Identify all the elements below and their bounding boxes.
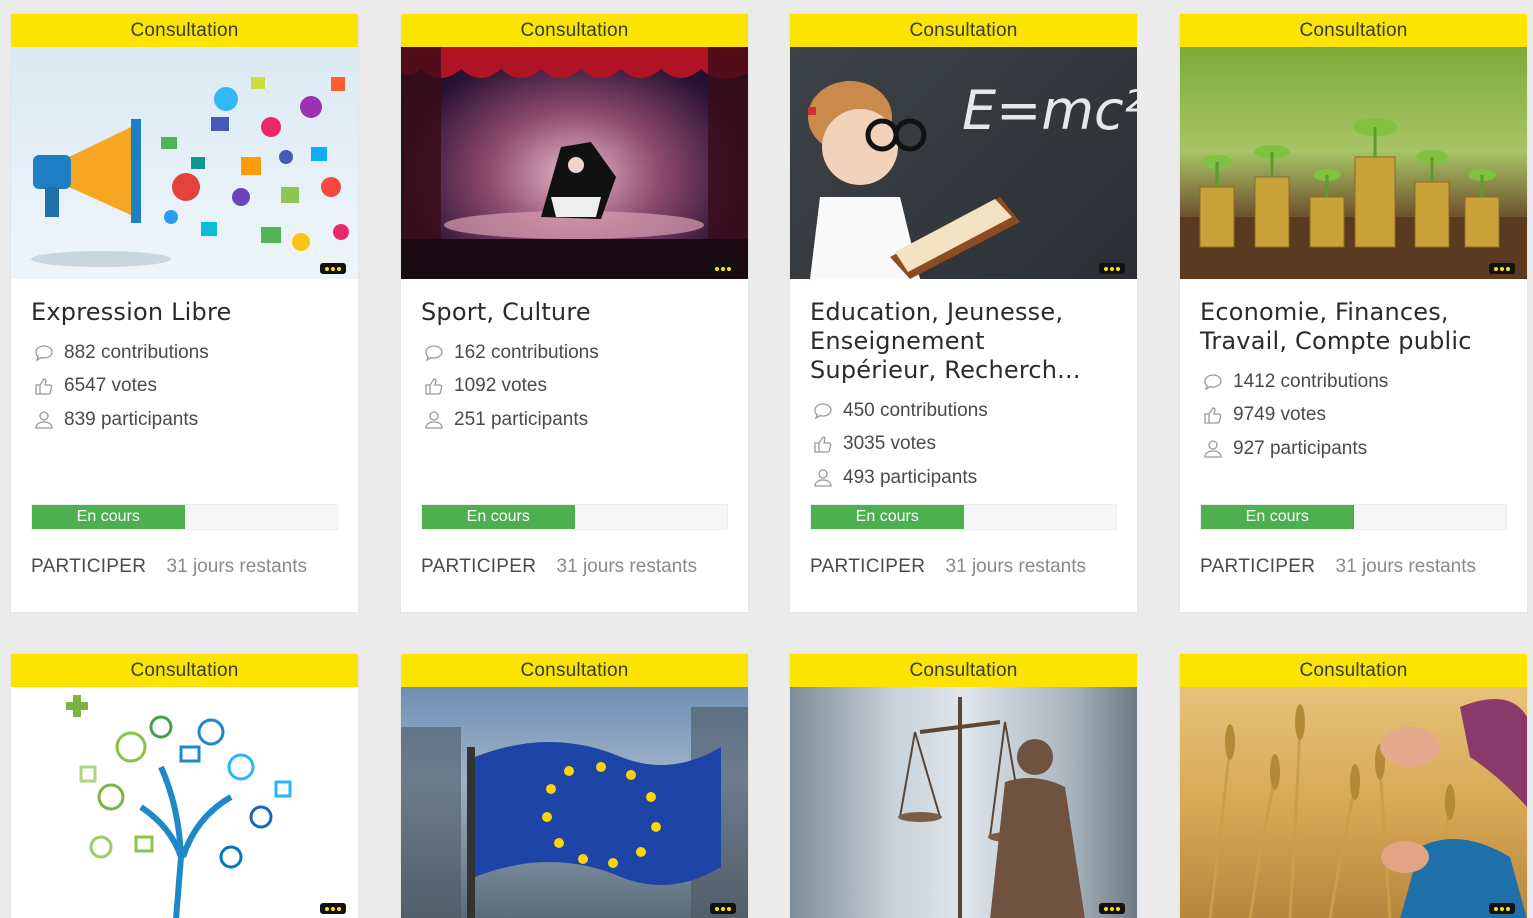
card-title[interactable]: Sport, Culture — [421, 279, 728, 327]
consultation-badge: Consultation — [1180, 14, 1527, 47]
consultation-card-agriculture[interactable]: Consultation — [1180, 654, 1527, 918]
votes-count: 9749 votes — [1200, 399, 1507, 433]
participants-count: 927 participants — [1200, 432, 1507, 466]
consultation-card-sante[interactable]: Consultation — [11, 654, 358, 918]
progress-fill: En cours — [32, 505, 185, 529]
progress-bar: En cours — [810, 504, 1117, 530]
consultation-card-education[interactable]: Consultation E=mc² Education, Jeunesse, … — [790, 14, 1137, 612]
justice-statue-illustration — [898, 697, 1085, 918]
votes-count: 3035 votes — [810, 428, 1117, 462]
more-dots-icon[interactable] — [320, 263, 346, 274]
card-image-eu-flag[interactable] — [401, 687, 748, 918]
eu-flag-illustration — [401, 707, 748, 918]
contributions-count: 882 contributions — [31, 336, 338, 370]
consultation-card-europe[interactable]: Consultation — [401, 654, 748, 918]
card-title[interactable]: Economie, Finances, Travail, Compte publ… — [1200, 279, 1507, 356]
consultation-badge: Consultation — [11, 14, 358, 47]
progress-fill: En cours — [422, 505, 575, 529]
progress-fill: En cours — [811, 505, 964, 529]
participants-count: 493 participants — [810, 461, 1117, 495]
more-dots-icon[interactable] — [320, 903, 346, 914]
comment-icon — [33, 343, 55, 363]
participants-count: 839 participants — [31, 403, 338, 437]
card-title[interactable]: Education, Jeunesse, Enseignement Supéri… — [810, 279, 1117, 385]
more-dots-icon[interactable] — [1489, 903, 1515, 914]
contributions-count: 450 contributions — [810, 394, 1117, 428]
more-dots-icon[interactable] — [1489, 263, 1515, 274]
days-remaining: 31 jours restants — [1335, 556, 1477, 577]
votes-count: 6547 votes — [31, 370, 338, 404]
days-remaining: 31 jours restants — [945, 556, 1087, 577]
user-icon — [423, 410, 445, 430]
comment-icon — [1202, 372, 1224, 392]
progress-bar: En cours — [31, 504, 338, 530]
progress-bar: En cours — [421, 504, 728, 530]
consultation-badge: Consultation — [11, 654, 358, 687]
contributions-count: 162 contributions — [421, 336, 728, 370]
health-tree-illustration — [66, 695, 292, 918]
card-image-health-tree[interactable] — [11, 687, 358, 918]
card-image-justice[interactable] — [790, 687, 1137, 918]
consultation-badge: Consultation — [401, 14, 748, 47]
more-dots-icon[interactable] — [1099, 263, 1125, 274]
coins-plants-illustration — [1180, 118, 1527, 279]
user-icon — [812, 468, 834, 488]
votes-count: 1092 votes — [421, 370, 728, 404]
consultation-badge: Consultation — [790, 14, 1137, 47]
contributions-count: 1412 contributions — [1200, 365, 1507, 399]
more-dots-icon[interactable] — [710, 263, 736, 274]
wheat-field-illustration — [1208, 699, 1527, 918]
card-image-education[interactable]: E=mc² — [790, 47, 1137, 279]
participer-button[interactable]: PARTICIPER — [1200, 556, 1315, 577]
comment-icon — [423, 343, 445, 363]
blackboard-formula: E=mc² — [962, 79, 1137, 142]
progress-bar: En cours — [1200, 504, 1507, 530]
thumbs-up-icon — [1202, 405, 1224, 425]
participer-button[interactable]: PARTICIPER — [31, 556, 146, 577]
comment-icon — [812, 401, 834, 421]
megaphone-illustration — [31, 77, 349, 267]
card-image-theatre[interactable] — [401, 47, 748, 279]
card-image-megaphone[interactable] — [11, 47, 358, 279]
consultation-badge: Consultation — [401, 654, 748, 687]
education-illustration: E=mc² — [808, 79, 1137, 279]
card-title[interactable]: Expression Libre — [31, 279, 338, 327]
progress-fill: En cours — [1201, 505, 1354, 529]
consultation-card-sport-culture[interactable]: Consultation Sport, Culture 162 contribu… — [401, 14, 748, 612]
user-icon — [33, 410, 55, 430]
days-remaining: 31 jours restants — [166, 556, 308, 577]
more-dots-icon[interactable] — [1099, 903, 1125, 914]
consultation-badge: Consultation — [1180, 654, 1527, 687]
consultation-card-economie[interactable]: Consultation Economie, Finances, Travail… — [1180, 14, 1527, 612]
thumbs-up-icon — [812, 434, 834, 454]
thumbs-up-icon — [33, 376, 55, 396]
more-dots-icon[interactable] — [710, 903, 736, 914]
participants-count: 251 participants — [421, 403, 728, 437]
participer-button[interactable]: PARTICIPER — [421, 556, 536, 577]
consultation-card-justice[interactable]: Consultation — [790, 654, 1137, 918]
days-remaining: 31 jours restants — [556, 556, 698, 577]
thumbs-up-icon — [423, 376, 445, 396]
participer-button[interactable]: PARTICIPER — [810, 556, 925, 577]
consultation-card-expression-libre[interactable]: Consultation Expression Libre 882 contri… — [11, 14, 358, 612]
card-image-economy[interactable] — [1180, 47, 1527, 279]
theatre-illustration — [401, 47, 748, 279]
consultation-badge: Consultation — [790, 654, 1137, 687]
user-icon — [1202, 439, 1224, 459]
card-image-wheat[interactable] — [1180, 687, 1527, 918]
